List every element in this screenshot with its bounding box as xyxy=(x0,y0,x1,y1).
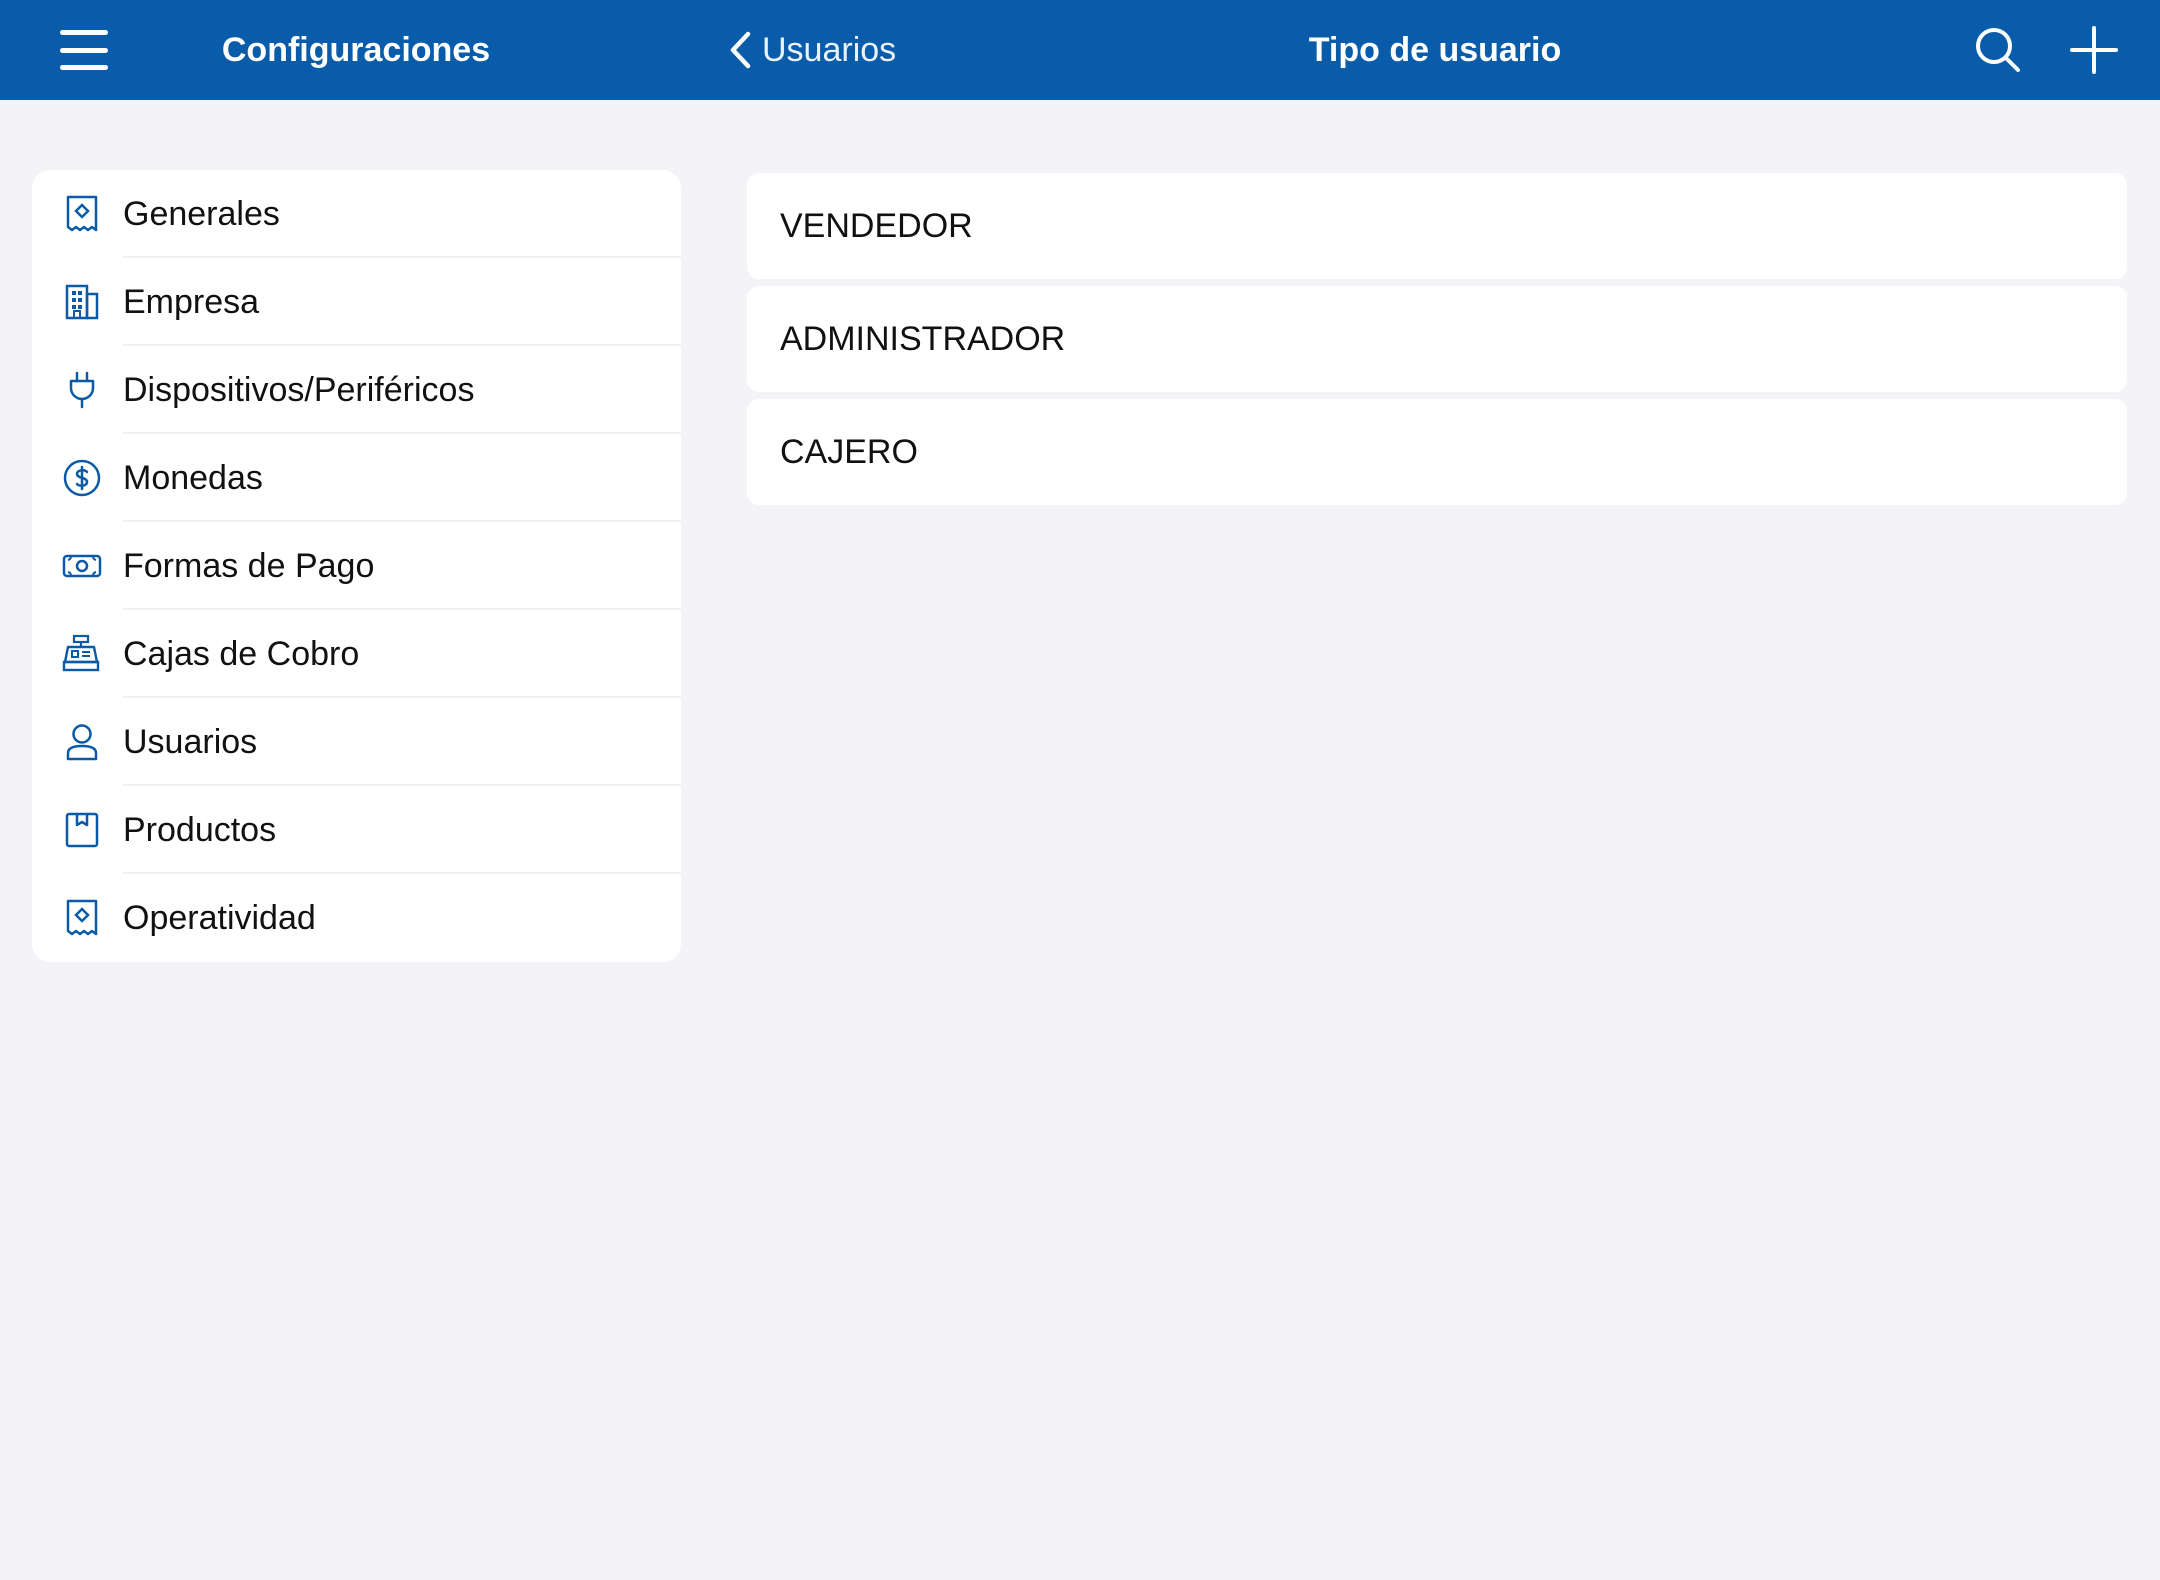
sidebar-item-label: Empresa xyxy=(123,282,260,321)
list-item[interactable]: ADMINISTRADOR xyxy=(747,286,2127,392)
sidebar-item-monedas[interactable]: Monedas xyxy=(32,434,681,522)
search-icon[interactable] xyxy=(1972,24,2024,76)
sidebar-item-label: Usuarios xyxy=(123,722,258,761)
chevron-left-icon xyxy=(730,31,751,69)
sidebar-item-operatividad[interactable]: Operatividad xyxy=(32,874,681,962)
plug-icon xyxy=(62,370,102,410)
box-icon xyxy=(62,810,102,850)
page-title: Tipo de usuario xyxy=(1308,30,1562,69)
sidebar-title: Configuraciones xyxy=(221,30,491,69)
building-icon xyxy=(62,282,102,322)
sidebar-item-label: Formas de Pago xyxy=(123,546,375,585)
list-item[interactable]: CAJERO xyxy=(747,399,2127,505)
sidebar-item-label: Cajas de Cobro xyxy=(123,634,360,673)
sidebar-item-empresa[interactable]: Empresa xyxy=(32,258,681,346)
user-icon xyxy=(62,722,102,762)
receipt-icon xyxy=(62,194,102,234)
sidebar-item-formas-de-pago[interactable]: Formas de Pago xyxy=(32,522,681,610)
sidebar-item-productos[interactable]: Productos xyxy=(32,786,681,874)
plus-icon[interactable] xyxy=(2068,24,2120,76)
cash-register-icon xyxy=(62,634,102,674)
sidebar-item-label: Productos xyxy=(123,810,277,849)
sidebar-item-generales[interactable]: Generales xyxy=(32,170,681,258)
list-item[interactable]: VENDEDOR xyxy=(747,173,2127,279)
sidebar-item-dispositivos[interactable]: Dispositivos/Periféricos xyxy=(32,346,681,434)
dollar-circle-icon xyxy=(62,458,102,498)
banknote-icon xyxy=(62,546,102,586)
navigation-bar: Configuraciones Usuarios Tipo de usuario xyxy=(0,0,2160,100)
hamburger-menu-icon[interactable] xyxy=(50,22,118,78)
settings-sidebar: Generales Empresa Dispositivos/Periféric… xyxy=(32,170,681,962)
sidebar-item-label: Generales xyxy=(123,194,280,233)
sidebar-item-cajas-de-cobro[interactable]: Cajas de Cobro xyxy=(32,610,681,698)
app-window: Configuraciones Usuarios Tipo de usuario… xyxy=(0,0,2160,1580)
sidebar-item-label: Dispositivos/Periféricos xyxy=(123,370,475,409)
back-button-label: Usuarios xyxy=(762,30,897,69)
sidebar-item-label: Operatividad xyxy=(123,898,316,937)
user-type-list: VENDEDOR ADMINISTRADOR CAJERO xyxy=(747,173,2127,512)
back-button[interactable]: Usuarios xyxy=(728,0,896,100)
sidebar-item-label: Monedas xyxy=(123,458,263,497)
sidebar-item-usuarios[interactable]: Usuarios xyxy=(32,698,681,786)
receipt-icon xyxy=(62,898,102,938)
